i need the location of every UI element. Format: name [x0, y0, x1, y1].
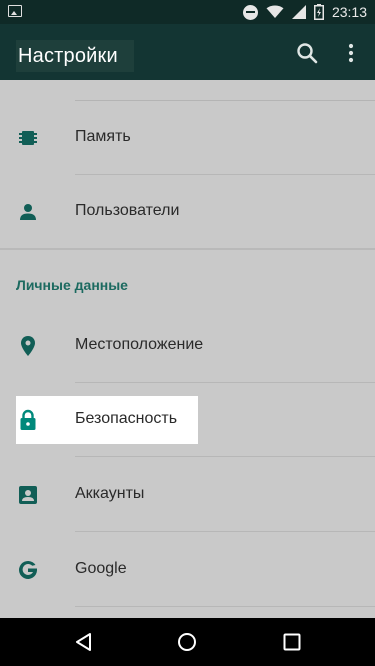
person-icon: [20, 204, 36, 220]
navigation-bar: [0, 618, 375, 666]
title-container: Настройки: [16, 40, 134, 72]
settings-item-label: Аккаунты: [75, 485, 145, 502]
section-divider: [0, 248, 375, 250]
location-pin-icon: [21, 336, 35, 356]
settings-item-location[interactable]: Местоположение: [0, 309, 375, 383]
settings-item-security[interactable]: Безопасность: [0, 383, 375, 457]
lock-icon: [20, 409, 36, 430]
settings-item-label: Местоположение: [75, 336, 204, 353]
settings-item-accounts[interactable]: Аккаунты: [0, 458, 375, 532]
account-box-icon: [19, 486, 37, 504]
section-header: Личные данные: [16, 277, 128, 293]
settings-item-label: Память: [75, 128, 131, 145]
recents-icon[interactable]: [282, 632, 302, 652]
app-toolbar: Настройки: [0, 24, 375, 80]
back-icon[interactable]: [74, 632, 94, 652]
divider: [75, 606, 375, 607]
settings-item-label: Безопасность: [75, 410, 178, 427]
status-bar: 23:13: [0, 0, 375, 24]
page-title: Настройки: [18, 44, 118, 67]
clock: 23:13: [331, 4, 367, 20]
divider: [75, 456, 375, 457]
google-g-icon: [19, 560, 37, 579]
settings-list: Память Пользователи Личные данные Местоп…: [0, 80, 375, 618]
wifi-icon: [266, 5, 284, 18]
search-icon[interactable]: [296, 42, 318, 64]
status-icons: 23:13: [242, 0, 367, 24]
divider: [75, 531, 375, 532]
more-vert-icon[interactable]: [346, 42, 356, 64]
settings-item-google[interactable]: Google: [0, 533, 375, 607]
settings-item-memory[interactable]: Память: [0, 101, 375, 175]
do-not-disturb-icon: [242, 4, 258, 20]
settings-item-users[interactable]: Пользователи: [0, 175, 375, 249]
image-icon: [8, 5, 22, 17]
battery-icon: [313, 4, 324, 20]
signal-icon: [291, 5, 306, 19]
home-icon[interactable]: [177, 632, 197, 652]
settings-item-label: Google: [75, 560, 127, 577]
memory-chip-icon: [19, 131, 37, 145]
settings-item-label: Пользователи: [75, 202, 180, 219]
